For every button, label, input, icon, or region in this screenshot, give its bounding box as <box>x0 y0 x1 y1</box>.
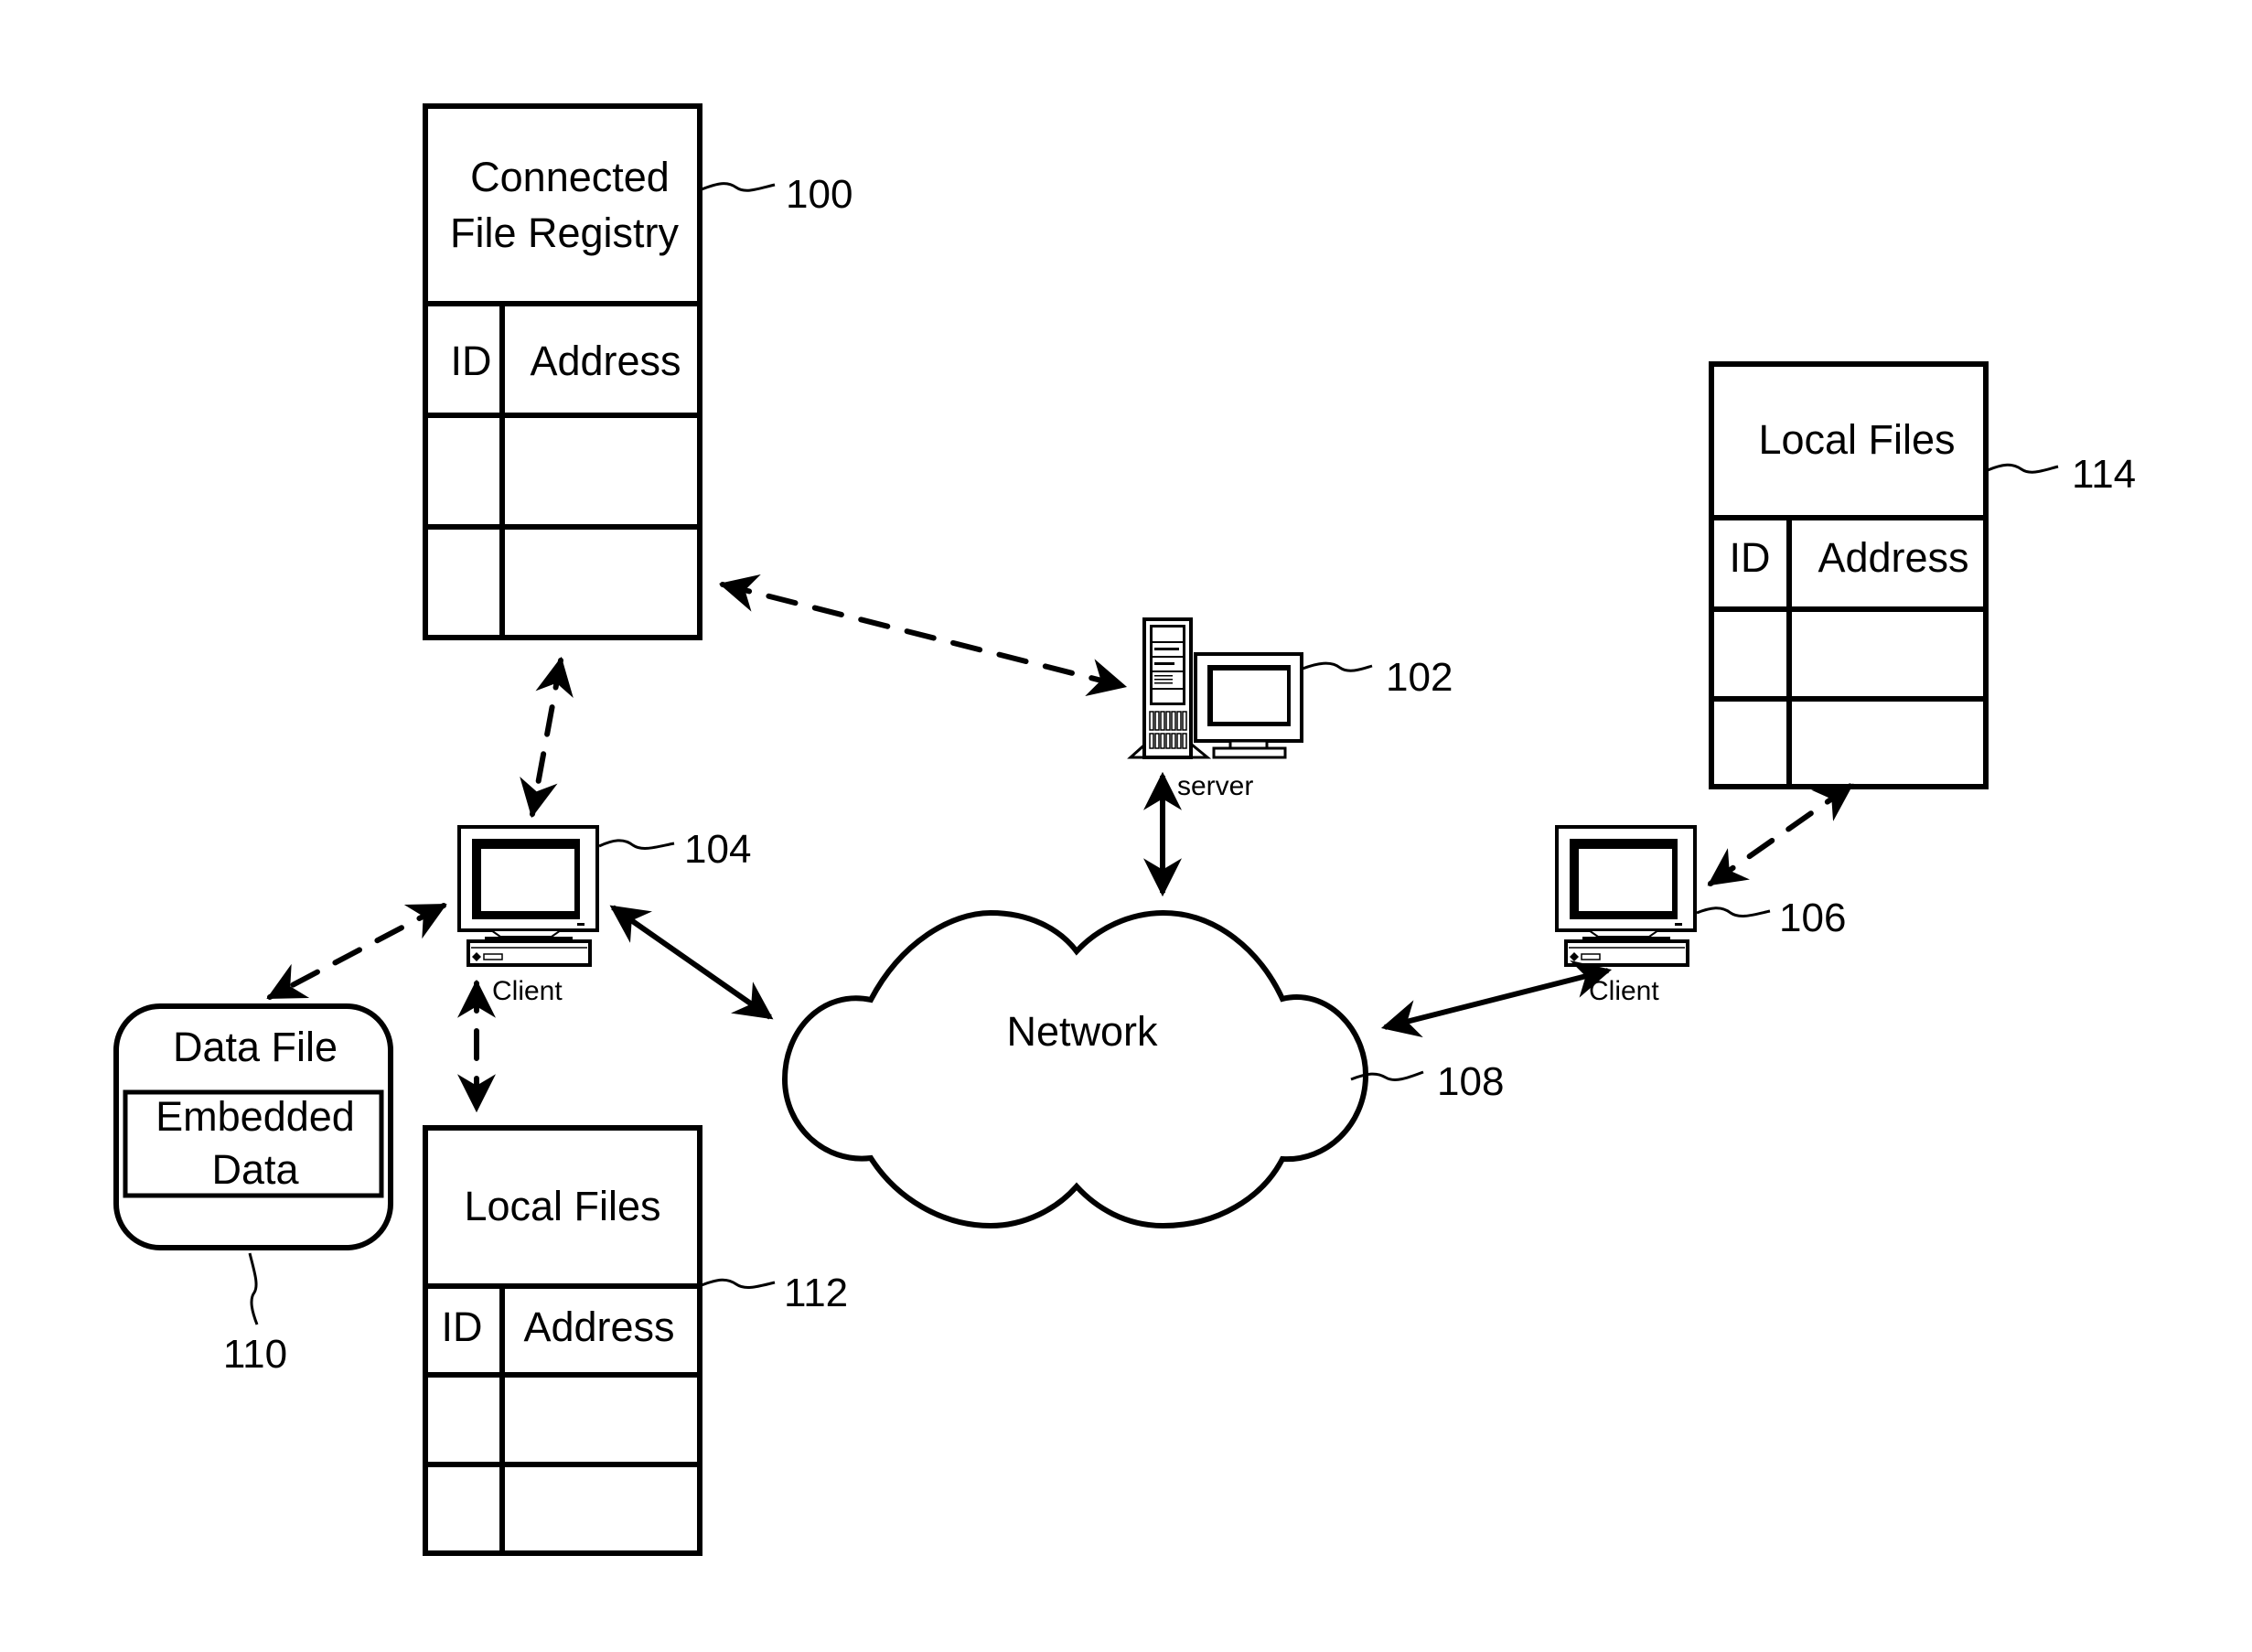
client-left-ref-leader <box>598 839 675 850</box>
server-node: server 102 <box>1127 617 1453 801</box>
local-files-left-col-address: Address <box>523 1303 674 1350</box>
server-monitor-icon <box>1194 652 1303 759</box>
local-files-right-col-id: ID <box>1730 534 1771 581</box>
local-files-left-col-id: ID <box>442 1303 483 1350</box>
registry-client-left-link <box>520 656 574 819</box>
registry-col-id: ID <box>451 338 492 384</box>
local-files-left-title: Local Files <box>464 1183 660 1229</box>
server-label: server <box>1177 771 1253 801</box>
client-left-label: Client <box>492 976 563 1006</box>
local-files-left: Local Files ID Address 112 <box>423 1125 848 1556</box>
registry-title-line1: Connected <box>470 154 670 200</box>
embedded-data-line2: Data <box>211 1146 299 1193</box>
client-right-local-files-link <box>1707 783 1854 886</box>
client-computer-icon <box>457 825 599 967</box>
client-right-ref-leader <box>1696 906 1771 917</box>
data-file-ref-leader <box>248 1252 259 1325</box>
server-ref-leader <box>1302 661 1373 672</box>
connected-file-registry: Connected File Registry ID Address 100 <box>423 103 853 640</box>
registry-title-line2: File Registry <box>450 209 680 256</box>
server-ref-number: 102 <box>1386 655 1453 700</box>
local-files-right-ref-leader <box>1987 463 2059 474</box>
network-cloud: Network 108 <box>781 909 1504 1229</box>
data-file-title: Data File <box>173 1024 338 1070</box>
client-left-ref-number: 104 <box>684 827 751 872</box>
local-files-right-ref-number: 114 <box>2072 452 2136 497</box>
network-ref-number: 108 <box>1437 1059 1504 1104</box>
client-left-data-file-link <box>266 903 447 1000</box>
network-label: Network <box>1006 1008 1158 1055</box>
data-file-ref-number: 110 <box>223 1332 287 1377</box>
registry-ref-number: 100 <box>786 172 853 217</box>
client-right-ref-number: 106 <box>1779 896 1846 940</box>
registry-col-address: Address <box>530 338 681 384</box>
local-files-right-title: Local Files <box>1758 416 1955 463</box>
cloud-shape <box>781 909 1369 1229</box>
local-files-right-col-address: Address <box>1818 534 1968 581</box>
registry-server-link <box>718 574 1128 697</box>
registry-ref-leader <box>701 182 776 192</box>
client-left-node: Client 104 <box>457 825 751 1006</box>
local-files-right: Local Files ID Address 114 <box>1709 361 2136 789</box>
client-left-network-link <box>609 905 774 1020</box>
client-right-node: Client 106 <box>1555 825 1846 1006</box>
data-file: Data File Embedded Data 110 <box>113 1003 393 1377</box>
client-right-network-link <box>1380 960 1613 1038</box>
system-diagram: Connected File Registry ID Address 100 s… <box>113 103 2136 1556</box>
client-computer-icon <box>1555 825 1697 967</box>
client-right-label: Client <box>1589 976 1659 1006</box>
embedded-data-line1: Embedded <box>155 1093 355 1140</box>
local-files-left-ref-leader <box>701 1278 776 1289</box>
local-files-left-ref-number: 112 <box>784 1271 848 1315</box>
